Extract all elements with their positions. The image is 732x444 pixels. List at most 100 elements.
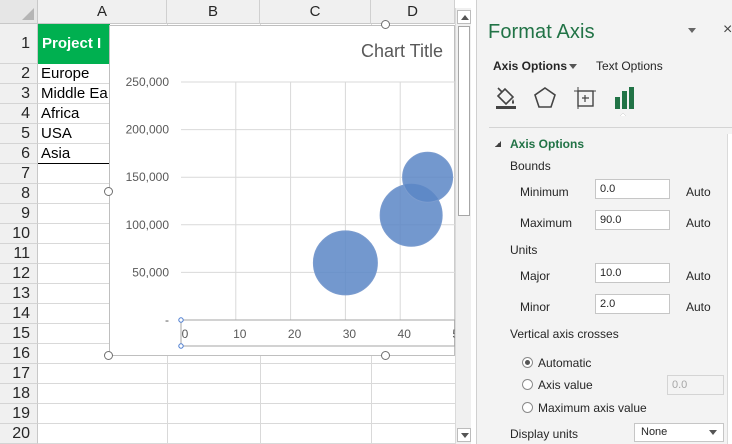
row-header-10[interactable]: 10 xyxy=(0,224,38,244)
x-tick-label: 10 xyxy=(233,327,247,341)
radio-maximum-axis-value-label[interactable]: Maximum axis value xyxy=(538,401,647,415)
tab-axis-options[interactable]: Axis Options xyxy=(493,59,567,73)
cell-a2[interactable]: Europe xyxy=(41,64,110,84)
bounds-label: Bounds xyxy=(510,159,551,173)
row-header-12[interactable]: 12 xyxy=(0,264,38,284)
chart-resize-handle-left[interactable] xyxy=(104,187,113,196)
radio-maximum-axis-value[interactable] xyxy=(522,402,533,413)
bubble-chart[interactable]: Chart Title - 50,000 100,000 150,000 200,000 2… xyxy=(109,25,455,356)
row-gridline xyxy=(38,383,455,384)
row-header-20[interactable]: 20 xyxy=(0,424,38,444)
row-header-1[interactable]: 1 xyxy=(0,24,38,64)
axis-selection-handle[interactable] xyxy=(178,343,184,349)
cell-a4[interactable]: Africa xyxy=(41,104,110,124)
sheet-vertical-scrollbar[interactable] xyxy=(455,8,471,444)
format-axis-pane: Format Axis × Axis Options Text Options xyxy=(476,0,732,444)
chart-resize-handle-bottom-left[interactable] xyxy=(104,351,113,360)
pane-options-chevron-down-icon[interactable] xyxy=(688,28,696,33)
row-header-18[interactable]: 18 xyxy=(0,384,38,404)
row-header-7[interactable]: 7 xyxy=(0,164,38,184)
chart-resize-handle-bottom[interactable] xyxy=(381,351,390,360)
y-tick-label: 200,000 xyxy=(126,123,170,137)
y-tick-label: 150,000 xyxy=(126,170,170,184)
display-units-label: Display units xyxy=(510,427,579,441)
row-gridline xyxy=(38,363,455,364)
select-all-corner[interactable] xyxy=(0,0,38,24)
pane-scrollbar[interactable] xyxy=(727,134,732,444)
column-header-b[interactable]: B xyxy=(167,0,260,24)
x-tick-label: 30 xyxy=(343,327,357,341)
spreadsheet-grid[interactable]: A B C D 1 2 3 4 5 6 7 8 9 10 11 12 13 14 15 16 17 18 19 20 … xyxy=(0,0,455,444)
maximum-auto-button[interactable]: Auto xyxy=(686,216,711,230)
scroll-down-button[interactable] xyxy=(457,428,471,442)
axis-options-dropdown-icon[interactable] xyxy=(569,64,577,69)
pane-divider xyxy=(489,127,732,128)
chart-title[interactable]: Chart Title xyxy=(361,41,443,61)
minimum-label: Minimum xyxy=(520,185,569,199)
fill-line-icon[interactable] xyxy=(493,85,519,111)
minimum-input[interactable]: 0.0 xyxy=(595,179,670,199)
section-title-axis-options[interactable]: Axis Options xyxy=(510,137,584,151)
row-header-16[interactable]: 16 xyxy=(0,344,38,364)
minor-input[interactable]: 2.0 xyxy=(595,294,670,314)
scroll-thumb[interactable] xyxy=(458,26,470,216)
x-tick-label: 40 xyxy=(398,327,412,341)
row-header-2[interactable]: 2 xyxy=(0,64,38,84)
major-auto-button[interactable]: Auto xyxy=(686,269,711,283)
row-header-9[interactable]: 9 xyxy=(0,204,38,224)
cell-a3[interactable]: Middle Ea xyxy=(41,84,110,104)
radio-automatic-label[interactable]: Automatic xyxy=(538,356,591,370)
minor-auto-button[interactable]: Auto xyxy=(686,300,711,314)
row-header-14[interactable]: 14 xyxy=(0,304,38,324)
y-tick-label: 250,000 xyxy=(126,75,170,89)
minimum-auto-button[interactable]: Auto xyxy=(686,185,711,199)
pane-title: Format Axis xyxy=(488,21,595,43)
row-header-17[interactable]: 17 xyxy=(0,364,38,384)
cell-a1-header[interactable]: Project I xyxy=(38,24,110,64)
display-units-select[interactable]: None xyxy=(634,423,724,442)
row-header-13[interactable]: 13 xyxy=(0,284,38,304)
size-properties-icon[interactable] xyxy=(572,85,598,111)
y-tick-label: - xyxy=(165,313,169,327)
maximum-input[interactable]: 90.0 xyxy=(595,210,670,230)
column-header-c[interactable]: C xyxy=(260,0,371,24)
axis-selection-handle[interactable] xyxy=(178,317,184,323)
axis-value-input[interactable]: 0.0 xyxy=(667,375,724,395)
close-icon[interactable]: × xyxy=(723,21,732,39)
cell-a5[interactable]: USA xyxy=(41,124,110,144)
row-header-19[interactable]: 19 xyxy=(0,404,38,424)
selected-tab-indicator xyxy=(619,113,627,116)
major-label: Major xyxy=(520,269,551,283)
minor-label: Minor xyxy=(520,300,551,314)
radio-axis-value-label[interactable]: Axis value xyxy=(538,378,593,392)
row-header-5[interactable]: 5 xyxy=(0,124,38,144)
chart-resize-handle-top[interactable] xyxy=(381,20,390,29)
major-input[interactable]: 10.0 xyxy=(595,263,670,283)
row-header-4[interactable]: 4 xyxy=(0,104,38,124)
chevron-down-icon xyxy=(709,430,717,435)
row-gridline xyxy=(38,403,455,404)
chart-plot-area[interactable]: Chart Title - 50,000 100,000 150,000 200,000 2… xyxy=(110,26,455,357)
vertical-axis-crosses-label: Vertical axis crosses xyxy=(510,327,619,341)
bubble-point[interactable] xyxy=(402,151,454,203)
bubble-point[interactable] xyxy=(312,230,378,296)
row-header-11[interactable]: 11 xyxy=(0,244,38,264)
effects-pentagon-icon[interactable] xyxy=(532,85,558,111)
selected-x-axis-box xyxy=(180,319,455,347)
tab-text-options[interactable]: Text Options xyxy=(596,59,663,73)
x-tick-label: 20 xyxy=(288,327,302,341)
row-header-15[interactable]: 15 xyxy=(0,324,38,344)
units-label: Units xyxy=(510,243,538,257)
cell-a6[interactable]: Asia xyxy=(41,144,110,164)
radio-axis-value[interactable] xyxy=(522,379,533,390)
row-header-8[interactable]: 8 xyxy=(0,184,38,204)
axis-options-bar-chart-icon[interactable] xyxy=(612,85,638,111)
row-header-6[interactable]: 6 xyxy=(0,144,38,164)
radio-automatic[interactable] xyxy=(522,357,533,368)
section-collapse-icon[interactable] xyxy=(495,141,501,147)
scroll-up-button[interactable] xyxy=(457,10,471,24)
column-header-a[interactable]: A xyxy=(38,0,167,24)
y-tick-label: 100,000 xyxy=(126,218,170,232)
cell-border-bottom xyxy=(38,163,110,164)
row-header-3[interactable]: 3 xyxy=(0,84,38,104)
